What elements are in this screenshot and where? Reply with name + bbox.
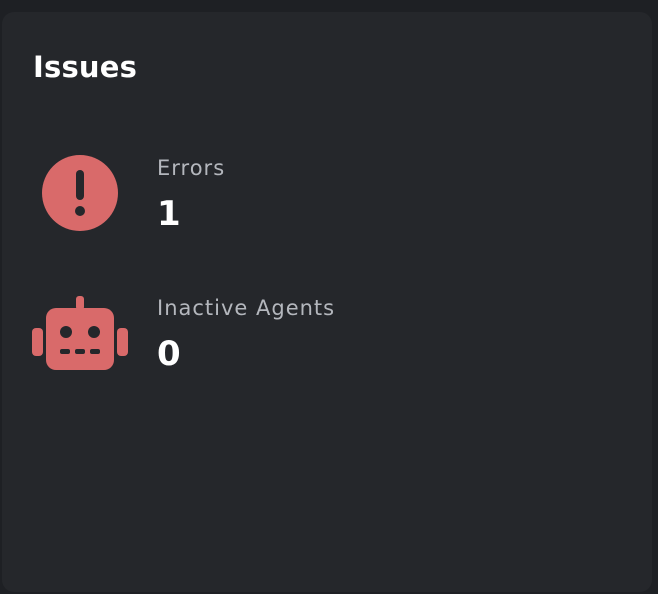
issue-row-inactive-agents[interactable]: Inactive Agents 0 <box>2 288 652 378</box>
errors-count: 1 <box>157 194 181 234</box>
card-title: Issues <box>33 50 138 84</box>
inactive-agents-count: 0 <box>157 334 181 374</box>
issues-card: Issues Errors 1 Inactive Agents 0 <box>2 12 652 592</box>
robot-icon <box>30 293 130 373</box>
inactive-agents-label: Inactive Agents <box>157 296 336 320</box>
exclamation-circle-icon <box>30 153 130 233</box>
issue-row-errors[interactable]: Errors 1 <box>2 148 652 238</box>
errors-label: Errors <box>157 156 226 180</box>
